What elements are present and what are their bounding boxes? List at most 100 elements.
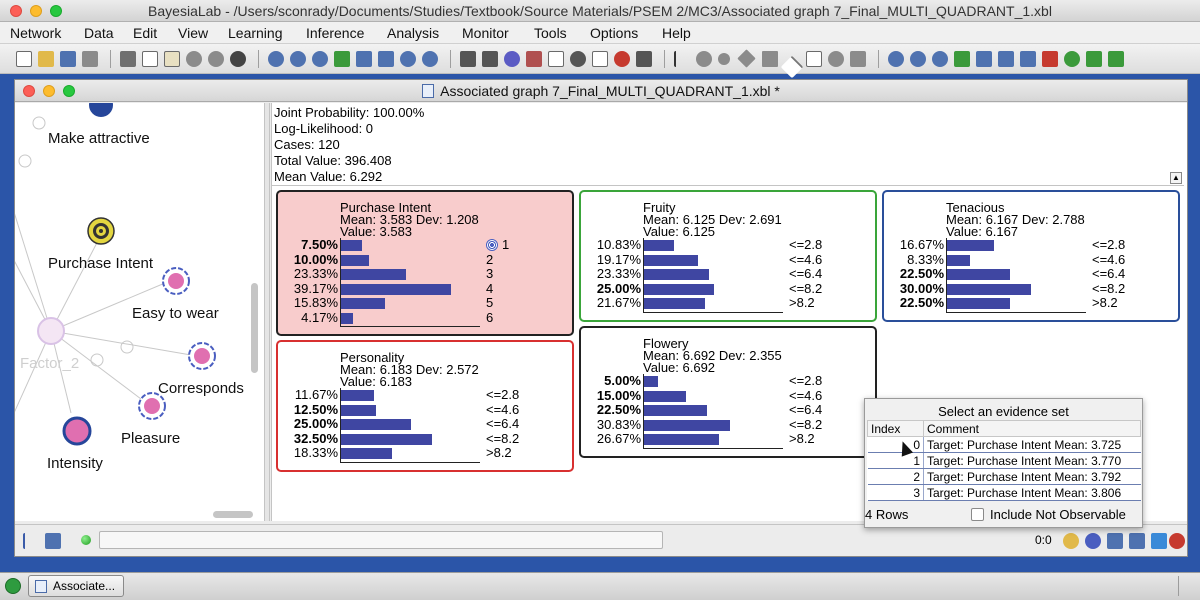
menu-monitor[interactable]: Monitor: [462, 25, 509, 41]
column-header-index[interactable]: Index: [867, 420, 924, 437]
minimize-window-button[interactable]: [30, 5, 42, 17]
table-icon[interactable]: [976, 51, 992, 67]
document-minimize-button[interactable]: [43, 85, 55, 97]
monitor-row[interactable]: 5.00% <=2.8: [581, 374, 875, 389]
document-close-button[interactable]: [23, 85, 35, 97]
target-node-icon[interactable]: [504, 51, 520, 67]
close-window-button[interactable]: [10, 5, 22, 17]
info-icon[interactable]: [18, 154, 32, 168]
print-icon[interactable]: [82, 51, 98, 67]
node-small-circle-icon[interactable]: [718, 53, 730, 65]
remove-evidence-icon[interactable]: [1169, 533, 1185, 549]
monitor-row[interactable]: 7.50% 1: [278, 238, 572, 253]
monitor-row[interactable]: 16.67% <=2.8: [884, 238, 1178, 253]
observe-icon[interactable]: [570, 51, 586, 67]
new-file-icon[interactable]: [16, 51, 32, 67]
list-icon[interactable]: [1107, 533, 1123, 549]
menu-options[interactable]: Options: [590, 25, 638, 41]
menu-data[interactable]: Data: [84, 25, 114, 41]
monitor-row[interactable]: 18.33% >8.2: [278, 446, 572, 461]
paste-icon[interactable]: [164, 51, 180, 67]
zoom-window-button[interactable]: [50, 5, 62, 17]
monitor-row[interactable]: 21.67% >8.2: [581, 296, 875, 311]
node-label-factor-2[interactable]: Factor_2: [20, 355, 79, 372]
zoom-in-icon[interactable]: [268, 51, 284, 67]
collapse-up-icon[interactable]: ▲: [1170, 172, 1182, 184]
monitor-row[interactable]: 10.00% 2: [278, 252, 572, 268]
undo-icon[interactable]: [186, 51, 202, 67]
menu-network[interactable]: Network: [10, 25, 61, 41]
monitor-row[interactable]: 25.00% <=6.4: [278, 417, 572, 432]
document-zoom-button[interactable]: [63, 85, 75, 97]
fit-window-icon[interactable]: [334, 51, 350, 67]
monitor-row[interactable]: 12.50% <=4.6: [278, 402, 572, 418]
node-label-corresponds[interactable]: Corresponds: [158, 380, 244, 397]
monitor-personality[interactable]: Personality Mean: 6.183 Dev: 2.572 Value: …: [276, 340, 574, 472]
monitor-row[interactable]: 26.67% >8.2: [581, 432, 875, 447]
menu-learning[interactable]: Learning: [228, 25, 283, 41]
menu-edit[interactable]: Edit: [133, 25, 157, 41]
taskbar-document-button[interactable]: Associate...: [28, 575, 124, 597]
add-node-icon[interactable]: [1108, 51, 1124, 67]
monitor-row[interactable]: 30.00% <=8.2: [884, 281, 1178, 297]
stop-icon[interactable]: [614, 51, 630, 67]
utility-node-icon[interactable]: [762, 51, 778, 67]
table-row[interactable]: 1 Target: Purchase Intent Mean: 3.770: [867, 452, 1141, 469]
check-icon[interactable]: [954, 51, 970, 67]
monitor-purchase-intent[interactable]: Purchase Intent Mean: 3.583 Dev: 1.208 Val…: [276, 190, 574, 336]
table-row[interactable]: 2 Target: Purchase Intent Mean: 3.792: [867, 468, 1141, 485]
include-not-observable-label[interactable]: Include Not Observable: [990, 507, 1126, 522]
node-intensity-icon[interactable]: [62, 416, 92, 446]
graph-horizontal-scrollbar[interactable]: [213, 511, 253, 518]
monitor-row[interactable]: 4.17% 6: [278, 310, 572, 326]
remove-observations-icon[interactable]: [592, 51, 608, 67]
zoom-default-icon[interactable]: [312, 51, 328, 67]
node-factor-2-icon[interactable]: [37, 317, 65, 345]
arrows-red-green-icon[interactable]: [1042, 51, 1058, 67]
include-not-observable-checkbox[interactable]: [971, 508, 984, 521]
bayesialab-app-icon[interactable]: [5, 578, 21, 594]
rotate-left-icon[interactable]: [400, 51, 416, 67]
zoom-reset-icon[interactable]: [932, 51, 948, 67]
monitor-row[interactable]: 23.33% <=6.4: [581, 267, 875, 282]
decision-node-icon[interactable]: [737, 49, 756, 68]
arrow-tool-icon[interactable]: [636, 51, 652, 67]
checkmark-icon[interactable]: [1064, 51, 1080, 67]
info-icon[interactable]: [32, 116, 46, 130]
link-icon[interactable]: [998, 51, 1014, 67]
monitor-row[interactable]: 23.33% 3: [278, 267, 572, 282]
menu-analysis[interactable]: Analysis: [387, 25, 439, 41]
evidence-set-popup[interactable]: Select an evidence set Index Comment 0 T…: [864, 398, 1143, 528]
constraint-icon[interactable]: [828, 51, 844, 67]
node-circle-icon[interactable]: [696, 51, 712, 67]
note-icon[interactable]: [806, 51, 822, 67]
find-icon[interactable]: [230, 51, 246, 67]
save-icon[interactable]: [60, 51, 76, 67]
zoom-in-2-icon[interactable]: [888, 51, 904, 67]
rotate-right-icon[interactable]: [422, 51, 438, 67]
open-folder-icon[interactable]: [38, 51, 54, 67]
monitor-row[interactable]: 25.00% <=8.2: [581, 281, 875, 297]
evidence-icon[interactable]: [526, 51, 542, 67]
monitor-list-icon[interactable]: [45, 533, 61, 549]
monitor-row[interactable]: 19.17% <=4.6: [581, 252, 875, 268]
monitor-row[interactable]: 30.83% <=8.2: [581, 417, 875, 433]
redo-icon[interactable]: [208, 51, 224, 67]
monitor-row[interactable]: 11.67% <=2.8: [278, 388, 572, 403]
zoom-out-icon[interactable]: [290, 51, 306, 67]
monitor-row[interactable]: 22.50% >8.2: [884, 296, 1178, 311]
monitor-tenacious[interactable]: Tenacious Mean: 6.167 Dev: 2.788 Value: 6.…: [882, 190, 1180, 322]
copy-icon[interactable]: [142, 51, 158, 67]
menu-help[interactable]: Help: [662, 25, 691, 41]
details-icon[interactable]: [1129, 533, 1145, 549]
node-label-easy-to-wear[interactable]: Easy to wear: [132, 305, 219, 322]
evidence-scenario-icon[interactable]: [548, 51, 564, 67]
column-header-comment[interactable]: Comment: [923, 420, 1141, 437]
delete-icon[interactable]: [850, 51, 866, 67]
graph-vertical-scrollbar[interactable]: [251, 283, 258, 373]
arrows-icon[interactable]: [1020, 51, 1036, 67]
arc-mode-icon[interactable]: [23, 533, 39, 549]
monitor-flowery[interactable]: Flowery Mean: 6.692 Dev: 2.355 Value: 6.69…: [579, 326, 877, 458]
monitor-row[interactable]: 8.33% <=4.6: [884, 252, 1178, 268]
monitor-row[interactable]: 15.00% <=4.6: [581, 388, 875, 404]
